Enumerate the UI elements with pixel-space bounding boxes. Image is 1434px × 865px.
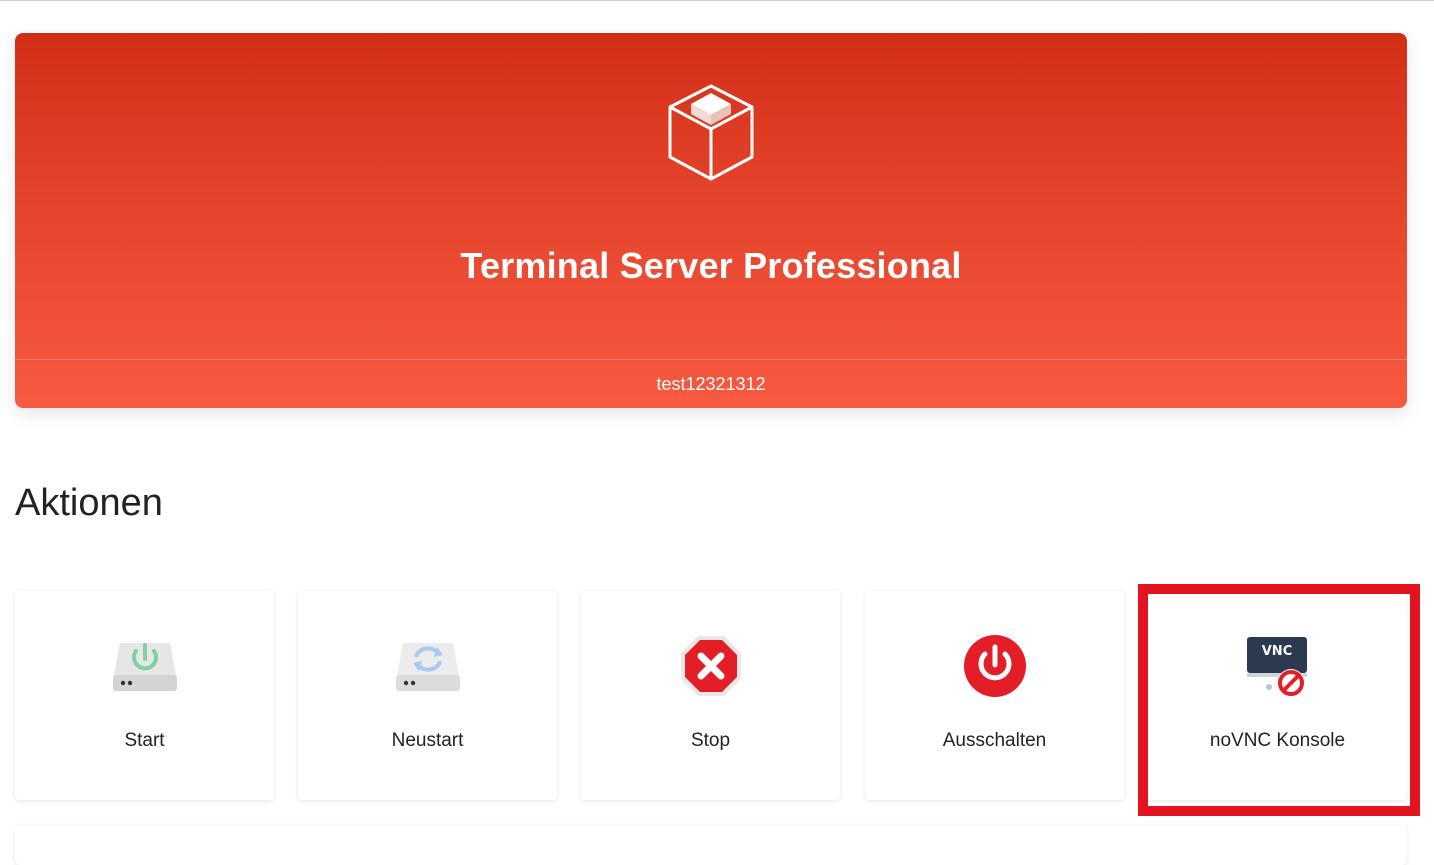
product-banner: Terminal Server Professional test1232131… — [15, 33, 1407, 408]
novnc-console-button[interactable]: VNC noVNC Konsole — [1148, 591, 1407, 800]
start-button[interactable]: Start — [15, 591, 274, 800]
restart-button[interactable]: Neustart — [298, 591, 557, 800]
novnc-console-label: noVNC Konsole — [1209, 730, 1346, 751]
vnc-badge: VNC — [1261, 644, 1291, 659]
vnc-disabled-icon: VNC — [1243, 633, 1313, 699]
power-off-icon — [960, 633, 1030, 699]
box-icon — [667, 83, 755, 183]
stop-button[interactable]: Stop — [581, 591, 840, 800]
restart-label: Neustart — [391, 730, 464, 751]
product-title: Terminal Server Professional — [460, 245, 962, 286]
power-off-button[interactable]: Ausschalten — [865, 591, 1124, 800]
actions-heading: Aktionen — [15, 482, 163, 524]
drive-power-icon — [110, 633, 180, 699]
stop-label: Stop — [690, 730, 731, 751]
top-divider — [0, 0, 1434, 1]
power-off-label: Ausschalten — [942, 730, 1047, 751]
start-label: Start — [124, 730, 165, 751]
next-section-card — [15, 825, 1407, 865]
drive-refresh-icon — [393, 633, 463, 699]
stop-octagon-icon — [676, 633, 746, 699]
server-name: test12321312 — [656, 373, 766, 394]
